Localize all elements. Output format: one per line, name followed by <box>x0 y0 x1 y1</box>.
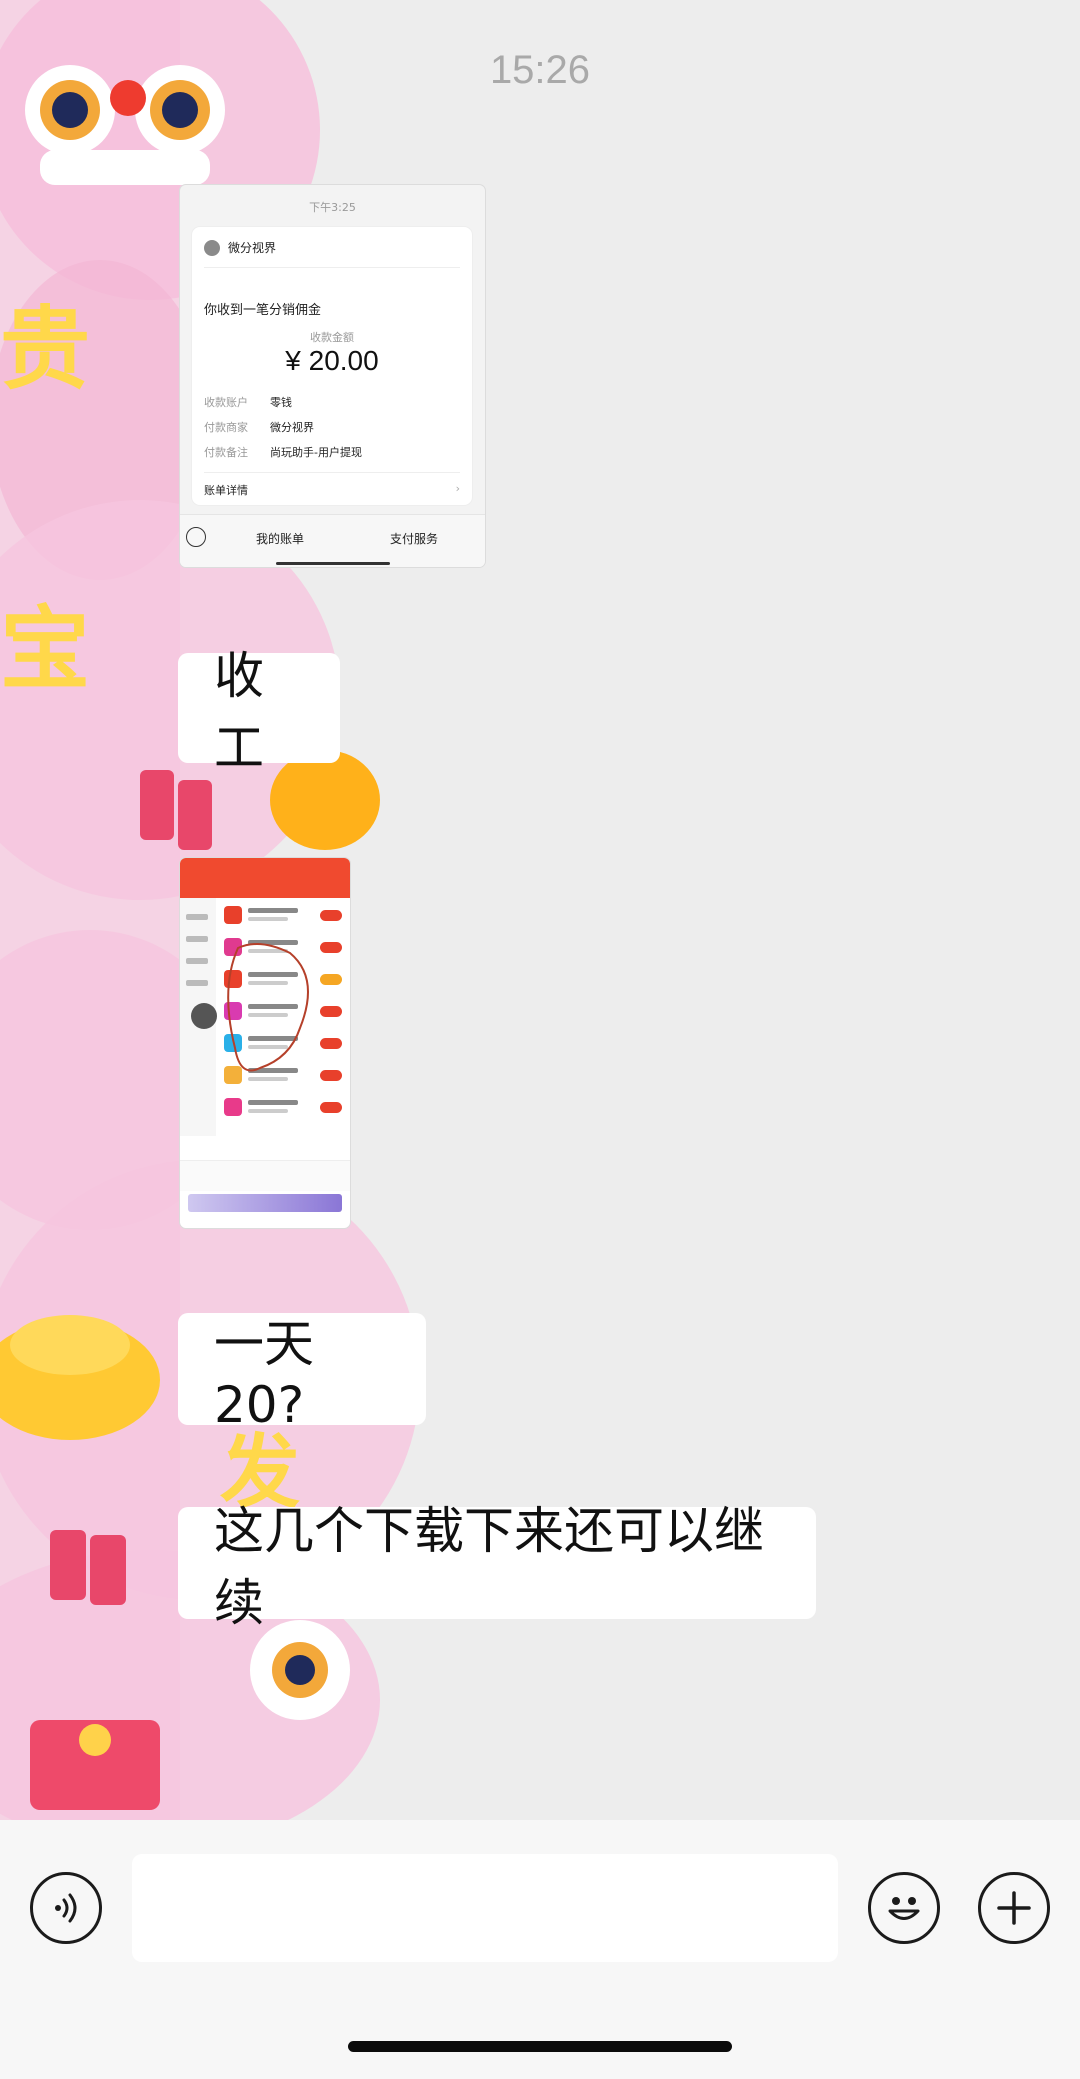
tab-indicator <box>276 562 390 565</box>
app-row <box>224 1098 342 1118</box>
receipt-card: 微分视界 你收到一笔分销佣金 收款金额 ¥ 20.00 收款账户 零钱 付款商家… <box>192 227 472 505</box>
amount-value: ¥ 20.00 <box>285 345 379 376</box>
image-message-receipt[interactable]: 下午3:25 微分视界 你收到一笔分销佣金 收款金额 ¥ 20.00 收款账户 … <box>180 185 485 567</box>
app-row <box>224 1066 342 1086</box>
message-text: 这几个下载下来还可以继续 <box>214 1502 764 1632</box>
text-message-bubble[interactable]: 一天 20? <box>178 1313 426 1434</box>
plus-icon <box>997 1891 1031 1925</box>
receipt-bottom-bar: 我的账单 支付服务 <box>180 514 485 567</box>
receipt-row: 收款账户 零钱 <box>204 396 292 409</box>
app-row <box>224 938 342 958</box>
receipt-merchant: 微分视界 <box>204 239 276 256</box>
receipt-time: 下午3:25 <box>309 201 356 214</box>
chevron-right-icon: › <box>455 482 460 495</box>
text-message-bubble[interactable]: 这几个下载下来还可以继续 <box>178 1502 816 1632</box>
app-sidebar <box>180 898 216 1136</box>
app-row <box>224 1034 342 1054</box>
voice-icon <box>55 1893 77 1923</box>
divider <box>204 472 460 473</box>
receipt-row: 付款备注 尚玩助手-用户提现 <box>204 446 362 459</box>
emoji-button[interactable] <box>868 1872 940 1944</box>
app-row <box>224 1002 342 1022</box>
plus-button[interactable] <box>978 1872 1050 1944</box>
svg-text:贵: 贵 <box>0 297 90 402</box>
svg-text:宝: 宝 <box>0 597 90 702</box>
image-message-app-list[interactable] <box>180 858 350 1228</box>
pay-service-tab: 支付服务 <box>390 532 439 546</box>
app-header <box>180 858 350 898</box>
message-input[interactable] <box>132 1854 838 1962</box>
merchant-avatar <box>204 239 220 256</box>
receipt-row: 付款商家 微分视界 <box>204 421 314 434</box>
app-banner <box>188 1194 342 1212</box>
keyboard-icon <box>186 527 206 547</box>
emoji-icon <box>888 1897 920 1920</box>
bill-detail-row: 账单详情 › <box>204 482 460 497</box>
receipt-title: 你收到一笔分销佣金 <box>204 303 322 318</box>
home-indicator <box>348 2041 732 2052</box>
message-timestamp: 15:26 <box>489 48 591 92</box>
voice-button[interactable] <box>30 1872 102 1944</box>
app-tabbar <box>180 1160 350 1191</box>
amount-label: 收款金额 <box>310 331 354 344</box>
text-message-bubble[interactable]: 收工 <box>178 647 340 777</box>
app-row <box>224 970 342 990</box>
divider <box>204 267 460 268</box>
message-text: 一天 20? <box>214 1315 314 1434</box>
message-text: 收工 <box>214 647 264 777</box>
app-row <box>224 906 342 926</box>
my-bills-tab: 我的账单 <box>256 532 305 546</box>
